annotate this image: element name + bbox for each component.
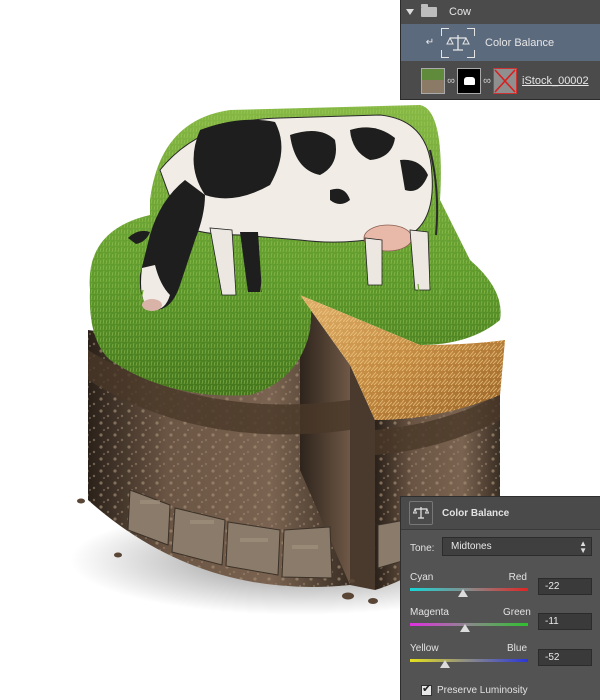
adjustment-layer-row[interactable]: ↵ Color Balance <box>401 24 600 61</box>
clip-arrow-icon: ↵ <box>425 37 435 48</box>
green-label: Green <box>503 607 531 618</box>
preserve-luminosity-row[interactable]: ✔ Preserve Luminosity <box>421 682 528 696</box>
preserve-luminosity-checkbox[interactable]: ✔ <box>421 682 432 696</box>
scale-balance-icon <box>446 34 470 51</box>
chain-link-icon[interactable]: ∞ <box>481 75 493 87</box>
cyan-red-slider-track[interactable] <box>410 588 528 591</box>
adjustment-layer-name: Color Balance <box>485 36 555 49</box>
cyan-label: Cyan <box>410 572 434 583</box>
chain-link-icon[interactable]: ∞ <box>445 75 457 87</box>
image-layer-row[interactable]: ∞ ∞ iStock_00002 <box>401 61 600 100</box>
yellow-blue-slider-thumb[interactable] <box>440 660 451 668</box>
layer-thumbnail[interactable] <box>421 67 445 94</box>
adjustment-thumbnail[interactable] <box>441 27 475 58</box>
properties-panel: Color Balance Tone: Midtones ▲ ▼ Cyan Red… <box>400 496 600 700</box>
yellow-label: Yellow <box>410 643 439 654</box>
magenta-green-value-input[interactable]: -11 <box>538 613 592 630</box>
disabled-mask-thumbnail[interactable] <box>493 67 517 94</box>
disabled-x-icon <box>494 68 516 93</box>
yellow-blue-slider-track[interactable] <box>410 659 528 662</box>
scale-balance-icon <box>409 501 433 525</box>
image-layer-name[interactable]: iStock_00002 <box>522 75 589 87</box>
magenta-green-slider-thumb[interactable] <box>460 624 471 632</box>
tone-label: Tone: <box>410 543 435 554</box>
layer-mask-thumbnail[interactable] <box>457 67 481 94</box>
layers-panel: Cow ↵ Color Balance ∞ ∞ iStock_00002 <box>400 0 600 100</box>
properties-header: Color Balance <box>401 497 600 530</box>
blue-label: Blue <box>506 643 527 654</box>
checkmark-icon: ✔ <box>422 682 432 695</box>
disclosure-triangle-icon[interactable] <box>406 9 414 15</box>
preserve-luminosity-label: Preserve Luminosity <box>437 685 528 696</box>
magenta-label: Magenta <box>410 607 449 618</box>
cyan-red-slider-thumb[interactable] <box>457 589 468 597</box>
folder-icon <box>421 4 437 17</box>
tone-select-value: Midtones <box>451 541 492 552</box>
red-label: Red <box>508 572 527 583</box>
dropdown-arrows-icon: ▲ ▼ <box>579 539 587 555</box>
tone-select[interactable]: Midtones ▲ ▼ <box>442 537 592 556</box>
yellow-blue-value-input[interactable]: -52 <box>538 649 592 666</box>
layer-group-row[interactable]: Cow <box>401 0 600 24</box>
layer-group-name: Cow <box>449 6 472 18</box>
properties-title: Color Balance <box>442 507 510 519</box>
cyan-red-value-input[interactable]: -22 <box>538 578 592 595</box>
